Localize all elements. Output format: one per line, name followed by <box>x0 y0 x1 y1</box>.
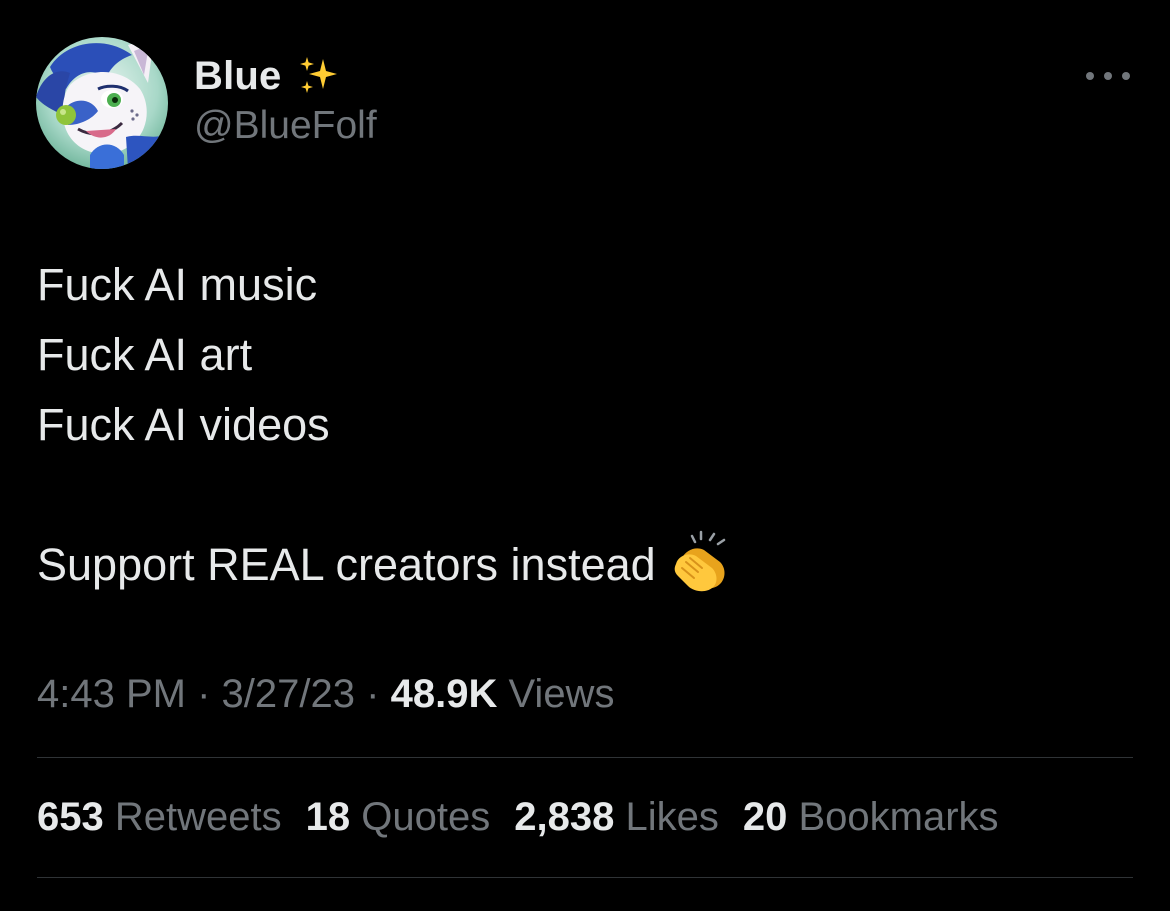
engagement-stats: 653 Retweets 18 Quotes 2,838 Likes 20 Bo… <box>37 795 999 840</box>
stat-retweets[interactable]: 653 Retweets <box>37 795 282 840</box>
divider-bottom <box>37 877 1133 878</box>
tweet-line: Support REAL creators instead <box>37 539 656 590</box>
tweet-line: Fuck AI music <box>37 259 318 310</box>
more-dot-icon <box>1104 72 1112 80</box>
tweet-detail: Blue @BlueFolf Fuck AI music Fuck AI art… <box>0 0 1170 911</box>
stat-count: 20 <box>742 795 788 839</box>
display-name-row: Blue <box>194 50 377 102</box>
divider-top <box>37 757 1133 758</box>
tweet-time[interactable]: 4:43 PM <box>37 672 186 716</box>
handle[interactable]: @BlueFolf <box>194 104 377 148</box>
tweet-text: Fuck AI music Fuck AI art Fuck AI videos… <box>37 250 734 598</box>
more-dot-icon <box>1122 72 1130 80</box>
clapping-hands-icon <box>674 530 725 592</box>
tweet-date[interactable]: 3/27/23 <box>222 672 355 716</box>
stat-label: Likes <box>625 795 719 839</box>
views-count: 48.9K <box>390 672 498 716</box>
more-options-button[interactable] <box>1086 66 1130 86</box>
stat-count: 653 <box>37 795 104 839</box>
sparkles-icon <box>300 57 338 93</box>
stat-label: Bookmarks <box>798 795 999 839</box>
tweet-line: Fuck AI videos <box>37 399 330 450</box>
tweet-line-last: Support REAL creators instead <box>37 528 734 598</box>
meta-separator: · <box>366 672 380 716</box>
stat-count: 18 <box>305 795 351 839</box>
views-label: Views <box>508 672 615 716</box>
author-block: Blue @BlueFolf <box>194 50 377 148</box>
display-name[interactable]: Blue <box>194 54 281 99</box>
tweet-meta: 4:43 PM · 3/27/23 · 48.9K Views <box>37 672 614 717</box>
meta-separator: · <box>197 672 211 716</box>
avatar-image <box>36 37 168 169</box>
avatar[interactable] <box>36 37 168 169</box>
stat-count: 2,838 <box>514 795 615 839</box>
more-dot-icon <box>1086 72 1094 80</box>
stat-bookmarks[interactable]: 20 Bookmarks <box>743 795 999 840</box>
tweet-line: Fuck AI art <box>37 329 253 380</box>
stat-quotes[interactable]: 18 Quotes <box>306 795 491 840</box>
stat-label: Retweets <box>114 795 282 839</box>
stat-likes[interactable]: 2,838 Likes <box>514 795 719 840</box>
stat-label: Quotes <box>361 795 491 839</box>
